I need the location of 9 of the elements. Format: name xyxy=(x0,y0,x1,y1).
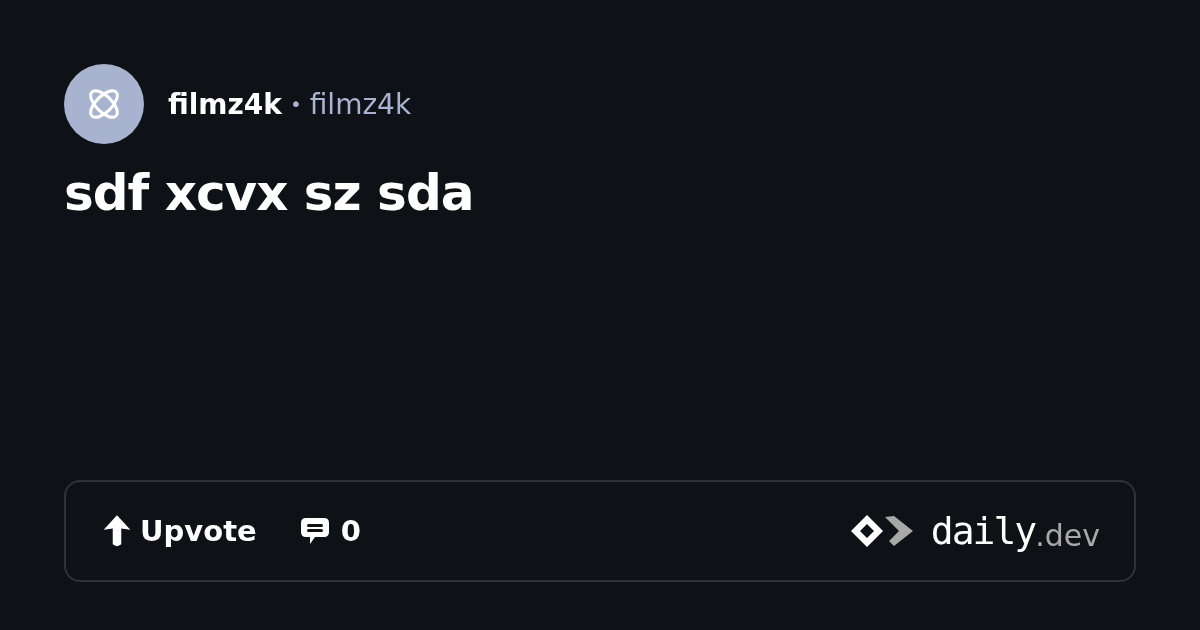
brand-suffix: .dev xyxy=(1035,517,1100,553)
upvote-button[interactable]: Upvote xyxy=(102,514,257,548)
separator-dot: • xyxy=(289,92,302,116)
post-title: sdf xcvx sz sda xyxy=(64,164,475,222)
author-name[interactable]: filmz4k xyxy=(168,87,282,121)
comments-button[interactable]: 0 xyxy=(298,514,361,548)
arrow-up-icon xyxy=(102,514,132,548)
brand-name: daily xyxy=(930,509,1036,553)
author-handle: filmz4k xyxy=(309,87,412,121)
